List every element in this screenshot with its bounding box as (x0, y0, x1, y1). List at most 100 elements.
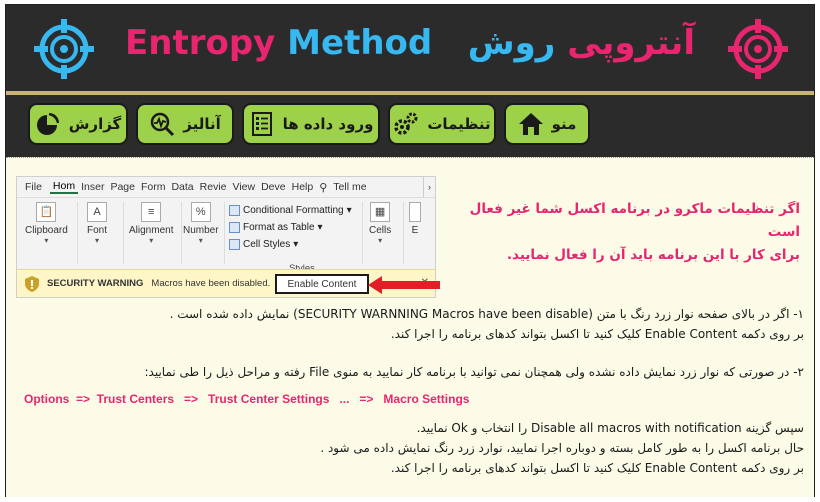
step-line: بر روی دکمه Enable Content کلیک کنید تا … (390, 461, 804, 475)
search-icon: ⚲ (319, 181, 328, 194)
ribbon-tab-home: Hom (49, 180, 79, 194)
conditional-formatting-icon (229, 205, 240, 216)
chevron-down-icon: ▾ (44, 236, 49, 245)
home-icon (518, 113, 543, 135)
crosshair-icon (728, 19, 788, 79)
editing-icon (409, 202, 421, 222)
ribbon-groups: 📋 Clipboard ▾ A Font ▾ ≡ Alignment ▾ % N… (17, 197, 435, 269)
ribbon-tab: Data (171, 181, 194, 193)
enable-content-button[interactable]: Enable Content (275, 274, 369, 294)
menu-button-home[interactable]: منو (504, 103, 590, 145)
red-arrow-icon (368, 276, 440, 294)
chevron-down-icon: ▾ (346, 205, 352, 216)
ribbon-tabs: File Hom Inser Page Form Data Revie View… (17, 177, 435, 197)
page-frame: Entropy Method آنتروپی روش گزارش آنالیز … (5, 4, 815, 497)
divider (224, 202, 225, 264)
group-label: Cells (369, 225, 392, 236)
checklist-icon (251, 112, 272, 136)
gears-icon (394, 112, 418, 135)
menu-button-analysis[interactable]: آنالیز (136, 103, 234, 145)
styles-group: Conditional Formatting ▾ Format as Table ▾… (229, 202, 352, 253)
styles-item-label: Cell Styles (243, 239, 291, 250)
magnifier-chart-icon (151, 112, 175, 137)
menu-label: تنظیمات (427, 115, 491, 133)
cell-styles-button[interactable]: Cell Styles ▾ (229, 236, 352, 253)
alignment-group: ≡ Alignment ▾ (129, 202, 173, 245)
menu-button-data-entry[interactable]: ورود داده ها (242, 103, 380, 145)
step-line: ۱- اگر در بالای صفحه نوار زرد رنگ با متن… (169, 307, 804, 321)
ribbon-tab: Revie (199, 181, 227, 193)
ribbon-tab: Help (291, 181, 314, 193)
menu-button-report[interactable]: گزارش (28, 103, 128, 145)
cell-styles-icon (229, 239, 240, 250)
chevron-down-icon: ▾ (317, 222, 323, 233)
group-label: Alignment (129, 225, 174, 236)
clipboard-group: 📋 Clipboard ▾ (25, 202, 68, 245)
divider (181, 202, 182, 264)
clipboard-icon: 📋 (36, 202, 57, 222)
macro-warning-callout: اگر تنظیمات ماکرو در برنامه اکسل شما غیر… (448, 198, 800, 267)
chevron-down-icon: ▾ (378, 236, 383, 245)
menu-label: ورود داده ها (282, 115, 374, 133)
step-line: حال برنامه اکسل را به طور کامل بسته و دو… (320, 441, 804, 455)
cells-group: ▦ Cells ▾ (369, 202, 391, 245)
callout-line: برای کار با این برنامه باید آن را فعال ن… (506, 247, 800, 263)
menu-label: گزارش (68, 115, 122, 133)
settings-path: Options => Trust Centers => Trust Center… (24, 392, 470, 406)
editing-group: E (409, 202, 421, 236)
number-group: % Number ▾ (183, 202, 219, 245)
group-label: E (411, 225, 419, 236)
tell-me-label: Tell me (333, 181, 367, 193)
nav-menu-bar: گزارش آنالیز ورود داده ها تنظیمات منو (6, 95, 814, 157)
shield-warning-icon (25, 275, 39, 292)
styles-item-label: Format as Table (243, 222, 315, 233)
alignment-icon: ≡ (141, 202, 162, 222)
menu-label: منو (551, 115, 577, 133)
title-english-1: Entropy (125, 23, 276, 63)
step-2-text: ۲- در صورتی که نوار زرد نمایش داده نشده … (18, 362, 805, 382)
percent-icon: % (190, 202, 211, 222)
chevron-down-icon: ▾ (293, 239, 299, 250)
divider (123, 202, 124, 264)
step-line: بر روی دکمه Enable Content کلیک کنید تا … (390, 327, 804, 341)
step-line: سپس گزینه Disable all macros with notifi… (416, 421, 804, 435)
ribbon-tab: View (232, 181, 256, 193)
step-line: ۲- در صورتی که نوار زرد نمایش داده نشده … (144, 365, 805, 379)
title-persian-2: روش (467, 23, 556, 63)
group-label: Number (183, 225, 219, 236)
ribbon-tab: File (25, 181, 42, 193)
title-english-2: Method (287, 23, 433, 63)
title-persian-1: آنتروپی (567, 23, 695, 63)
menu-label: آنالیز (183, 115, 221, 133)
step-1-text: ۱- اگر در بالای صفحه نوار زرد رنگ با متن… (18, 304, 804, 344)
header-banner: Entropy Method آنتروپی روش (6, 5, 814, 91)
ribbon-tab: Page (110, 181, 135, 193)
callout-line: اگر تنظیمات ماکرو در برنامه اکسل شما غیر… (469, 201, 800, 240)
format-as-table-button[interactable]: Format as Table ▾ (229, 219, 352, 236)
styles-item-label: Conditional Formatting (243, 205, 344, 216)
chevron-down-icon: ▾ (95, 236, 100, 245)
chevron-down-icon: ▾ (198, 236, 203, 245)
ribbon-tab: Inser (81, 181, 105, 193)
pie-chart-icon (36, 113, 59, 135)
security-warning-title: SECURITY WARNING (47, 278, 144, 289)
menu-button-settings[interactable]: تنظیمات (388, 103, 496, 145)
cells-icon: ▦ (370, 202, 391, 222)
page-title: Entropy Method آنتروپی روش (6, 23, 814, 63)
group-label: Font (87, 225, 108, 236)
divider (77, 202, 78, 264)
ribbon-tab: Deve (261, 181, 286, 193)
conditional-formatting-button[interactable]: Conditional Formatting ▾ (229, 202, 352, 219)
security-warning-message: Macros have been disabled. (151, 278, 271, 289)
chevron-right-icon: › (423, 177, 435, 197)
chevron-down-icon: ▾ (149, 236, 154, 245)
font-icon: A (87, 202, 107, 222)
step-3-text: سپس گزینه Disable all macros with notifi… (18, 418, 804, 478)
divider (362, 202, 363, 264)
ribbon-tab: Form (140, 181, 166, 193)
main-content: File Hom Inser Page Form Data Revie View… (6, 157, 814, 497)
group-label: Clipboard (25, 225, 68, 236)
divider (403, 202, 404, 264)
font-group: A Font ▾ (87, 202, 107, 245)
table-icon (229, 222, 240, 233)
